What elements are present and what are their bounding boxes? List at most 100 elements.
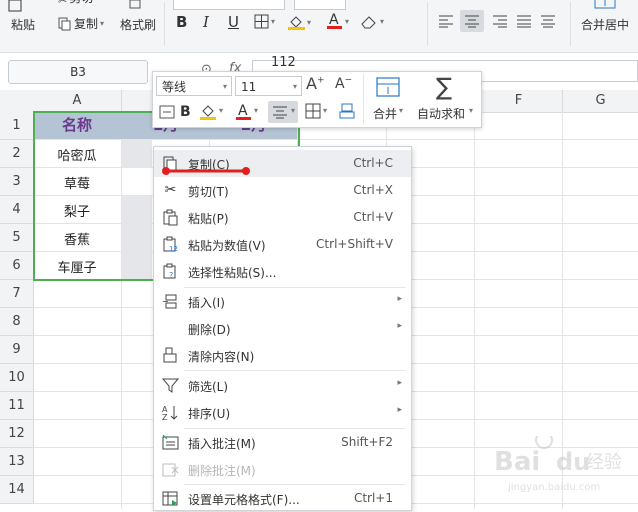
mini-separator [363, 74, 364, 124]
autosum-button[interactable]: ∑ [436, 74, 452, 100]
mini-fill-color-button[interactable] [199, 103, 217, 124]
align-right-icon [493, 15, 507, 28]
grid-line [562, 112, 563, 509]
mini-merge-label[interactable]: 合并 [373, 105, 397, 122]
paste-button[interactable] [6, 0, 24, 12]
menu-item-paste[interactable]: 粘贴(P) Ctrl+V [154, 204, 411, 231]
copy-dropdown-icon: ▾ [100, 19, 105, 28]
column-header-g[interactable]: G [563, 90, 638, 113]
font-size-field[interactable] [294, 0, 346, 10]
menu-item-label: 清除内容(N) [188, 350, 255, 364]
mini-font-color-button[interactable]: A [235, 102, 252, 124]
scissors-icon: ✂ [164, 182, 177, 198]
menu-item-delete[interactable]: 删除(D) ▸ [154, 315, 411, 342]
delete-comment-icon [162, 463, 179, 477]
chevron-down-icon[interactable]: ▾ [219, 106, 223, 115]
menu-item-insert-comment[interactable]: 插入批注(M) Shift+F2 [154, 429, 411, 456]
fill-color-button[interactable]: ▾ [288, 14, 311, 30]
align-center-button[interactable] [460, 10, 484, 32]
align-left-icon [439, 15, 453, 28]
menu-item-paste-values[interactable]: 12 粘贴为数值(V) Ctrl+Shift+V [154, 231, 411, 258]
row-header[interactable]: 3 [0, 168, 34, 196]
menu-item-delete-comment: 删除批注(M) [154, 456, 411, 483]
row-header[interactable]: 8 [0, 308, 34, 336]
row-header[interactable]: 12 [0, 420, 34, 448]
distribute-icon [541, 15, 555, 28]
row-header[interactable]: 4 [0, 196, 34, 224]
wrap-text-button[interactable] [159, 104, 175, 123]
scissors-icon: ✂ [58, 0, 68, 7]
chevron-down-icon[interactable]: ▾ [254, 106, 258, 115]
underline-button[interactable]: U [228, 13, 239, 31]
paste-icon [8, 0, 22, 12]
menu-item-filter[interactable]: 筛选(L) ▸ [154, 372, 411, 399]
align-left-button[interactable] [438, 14, 454, 28]
menu-item-cut[interactable]: ✂ 剪切(T) Ctrl+X [154, 177, 411, 204]
increase-font-icon: A+ [306, 74, 325, 93]
autosum-label[interactable]: 自动求和 [417, 105, 465, 122]
mini-font-size-value: 11 [241, 80, 257, 94]
name-box[interactable]: B3 [8, 60, 148, 84]
italic-button[interactable]: I [203, 13, 209, 31]
font-name-field[interactable] [173, 0, 285, 10]
chevron-down-icon[interactable]: ▾ [399, 106, 403, 115]
column-header-a[interactable]: A [33, 90, 122, 113]
clear-format-button[interactable]: ▾ [360, 13, 384, 29]
fill-dropdown-icon: ▾ [307, 17, 312, 27]
row-header[interactable]: 9 [0, 336, 34, 364]
mini-font-name-select[interactable]: 等线 ▾ [156, 76, 232, 96]
chevron-down-icon: ▾ [290, 106, 295, 115]
mini-bold-button[interactable]: B [180, 104, 191, 120]
increase-font-button[interactable]: A+ [306, 74, 325, 93]
menu-item-sort[interactable]: AZ 排序(U) ▸ [154, 399, 411, 426]
chevron-down-icon[interactable]: ▾ [469, 106, 473, 115]
justify-button[interactable] [516, 14, 532, 28]
mini-merge-button[interactable] [375, 76, 401, 101]
row-header[interactable]: 1 [0, 112, 34, 140]
sort-icon: AZ [162, 405, 178, 421]
menu-item-label: 排序(U) [188, 407, 231, 421]
row-header[interactable]: 7 [0, 280, 34, 308]
row-header[interactable]: 5 [0, 224, 34, 252]
menu-item-insert[interactable]: 插入(I) ▸ [154, 288, 411, 315]
mini-format-painter-button[interactable] [339, 103, 355, 123]
row-header[interactable]: 11 [0, 392, 34, 420]
row-header[interactable]: 6 [0, 252, 34, 280]
border-button[interactable]: ▾ [254, 14, 275, 29]
cut-label: 剪切 [69, 0, 93, 6]
svg-text:A: A [238, 103, 248, 119]
copy-button[interactable]: 复制 ▾ [58, 15, 104, 32]
baidu-jingyan-watermark: Bai du 经验 jingyan.baidu.com [488, 431, 638, 496]
mini-font-size-select[interactable]: 11 ▾ [235, 76, 302, 96]
row-header[interactable]: 13 [0, 448, 34, 476]
menu-item-shortcut: Ctrl+V [353, 210, 393, 224]
bold-button[interactable]: B [176, 13, 187, 31]
menu-item-label: 选择性粘贴(S)... [188, 266, 277, 280]
menu-item-label: 设置单元格格式(F)... [188, 493, 300, 507]
ribbon-separator [427, 2, 428, 46]
chevron-right-icon: ▸ [397, 294, 402, 304]
chevron-down-icon[interactable]: ▾ [323, 106, 327, 115]
chevron-right-icon: ▸ [397, 405, 402, 415]
svg-text:Bai: Bai [494, 447, 540, 477]
cut-button[interactable]: ✂ 剪切 [58, 0, 93, 7]
row-header[interactable]: 14 [0, 476, 34, 504]
distribute-button[interactable] [540, 14, 556, 28]
merge-center-icon-button[interactable] [594, 0, 616, 10]
column-header-f[interactable]: F [475, 90, 563, 113]
decrease-font-icon: A− [335, 75, 353, 92]
font-color-button[interactable]: A ▾ [326, 12, 349, 30]
row-header[interactable]: 10 [0, 364, 34, 392]
row-header[interactable]: 2 [0, 140, 34, 168]
format-painter-button[interactable] [120, 0, 150, 12]
align-right-button[interactable] [492, 14, 508, 28]
menu-item-clear-contents[interactable]: 清除内容(N) [154, 342, 411, 369]
mini-align-center-button[interactable]: ▾ [268, 101, 298, 123]
menu-item-paste-special[interactable]: ? 选择性粘贴(S)... [154, 258, 411, 285]
menu-item-format-cells[interactable]: 设置单元格格式(F)... Ctrl+1 [154, 485, 411, 512]
grid-line [474, 112, 475, 509]
select-all-corner[interactable] [0, 90, 34, 113]
context-menu: 复制(C) Ctrl+C ✂ 剪切(T) Ctrl+X 粘贴(P) Ctrl+V… [153, 146, 412, 511]
decrease-font-button[interactable]: A− [335, 75, 352, 92]
mini-border-button[interactable] [305, 103, 321, 122]
